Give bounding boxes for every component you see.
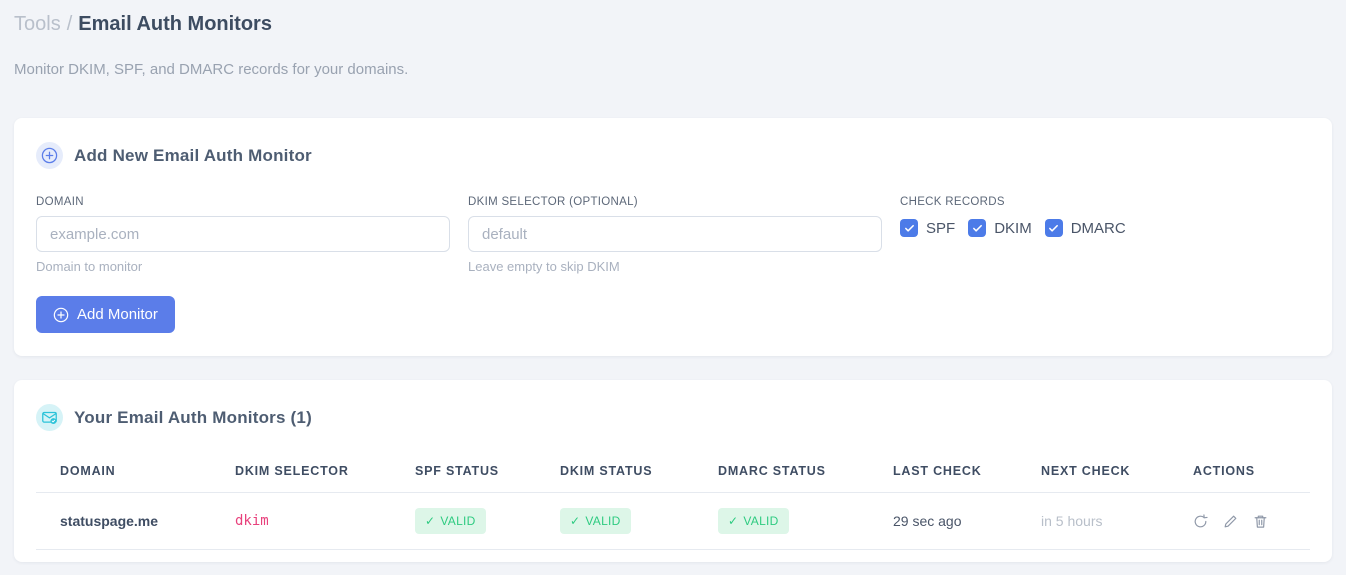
dkim-checkbox[interactable] bbox=[968, 219, 987, 237]
breadcrumb-tools-link[interactable]: Tools bbox=[14, 13, 61, 35]
add-monitor-card-header: Add New Email Auth Monitor bbox=[36, 142, 1310, 169]
domain-field-label: DOMAIN bbox=[36, 196, 84, 208]
dmarc-checkbox-label: DMARC bbox=[1070, 219, 1126, 237]
domain-input[interactable] bbox=[36, 216, 450, 252]
monitors-card-header: Your Email Auth Monitors (1) bbox=[36, 404, 1310, 431]
monitors-table: DOMAIN DKIM SELECTOR SPF STATUS DKIM STA… bbox=[36, 456, 1310, 550]
refresh-icon bbox=[1194, 513, 1208, 527]
dkim-selector-field-help: Leave empty to skip DKIM bbox=[468, 259, 620, 274]
dmarc-status-badge: ✓ VALID bbox=[718, 508, 789, 534]
column-header-dmarc-status: DMARC STATUS bbox=[718, 456, 893, 493]
page-subtitle: Monitor DKIM, SPF, and DMARC records for… bbox=[14, 61, 409, 78]
column-header-dkim-selector: DKIM SELECTOR bbox=[235, 456, 415, 493]
spf-checkbox-item[interactable]: SPF bbox=[900, 219, 955, 237]
check-records-label: CHECK RECORDS bbox=[900, 196, 1005, 208]
spf-status-badge: ✓ VALID bbox=[415, 508, 486, 534]
check-icon bbox=[904, 224, 914, 232]
add-monitor-button-label: Add Monitor bbox=[77, 306, 158, 323]
table-header-row: DOMAIN DKIM SELECTOR SPF STATUS DKIM STA… bbox=[36, 456, 1310, 493]
check-icon bbox=[1049, 224, 1059, 232]
dmarc-checkbox-item[interactable]: DMARC bbox=[1044, 219, 1126, 237]
dkim-status-badge: ✓ VALID bbox=[560, 508, 631, 534]
table-row: statuspage.me dkim ✓ VALID ✓ VALID ✓ VAL… bbox=[36, 492, 1310, 550]
add-monitor-button[interactable]: Add Monitor bbox=[36, 296, 175, 333]
column-header-next-check: NEXT CHECK bbox=[1041, 456, 1193, 493]
dkim-checkbox-item[interactable]: DKIM bbox=[968, 219, 1032, 237]
dkim-selector-field-label: DKIM SELECTOR (OPTIONAL) bbox=[468, 196, 638, 208]
dkim-selector-input[interactable] bbox=[468, 216, 882, 252]
delete-icon bbox=[1254, 515, 1267, 528]
check-icon: ✓ bbox=[425, 514, 436, 528]
plus-circle-icon bbox=[53, 307, 69, 322]
delete-button[interactable] bbox=[1253, 514, 1268, 529]
monitor-last-check: 29 sec ago bbox=[893, 492, 1041, 550]
email-auth-monitors-page: Tools / Email Auth Monitors Monitor DKIM, … bbox=[0, 0, 1346, 562]
monitor-domain: statuspage.me bbox=[36, 492, 235, 550]
spf-checkbox[interactable] bbox=[900, 219, 918, 237]
column-header-actions: ACTIONS bbox=[1193, 456, 1310, 493]
spf-status-label: VALID bbox=[440, 514, 476, 528]
add-monitor-form: DOMAIN Domain to monitor DKIM SELECTOR (… bbox=[36, 196, 1310, 274]
add-monitor-card: Add New Email Auth Monitor DOMAIN Domain… bbox=[14, 118, 1332, 356]
page-title: Email Auth Monitors bbox=[78, 13, 272, 35]
check-icon: ✓ bbox=[570, 514, 581, 528]
column-header-last-check: LAST CHECK bbox=[893, 456, 1041, 493]
column-header-spf-status: SPF STATUS bbox=[415, 456, 560, 493]
dkim-checkbox-label: DKIM bbox=[994, 219, 1032, 237]
dmarc-status-label: VALID bbox=[743, 514, 779, 528]
breadcrumb-separator: / bbox=[66, 13, 73, 35]
envelope-check-icon bbox=[36, 404, 63, 431]
monitor-actions-cell bbox=[1193, 492, 1310, 550]
monitor-spf-status-cell: ✓ VALID bbox=[415, 492, 560, 550]
edit-button[interactable] bbox=[1223, 514, 1238, 529]
edit-icon bbox=[1224, 515, 1237, 527]
monitor-next-check: in 5 hours bbox=[1041, 492, 1193, 550]
plus-circle-icon bbox=[36, 142, 63, 169]
monitor-dkim-selector: dkim bbox=[235, 492, 415, 550]
column-header-dkim-status: DKIM STATUS bbox=[560, 456, 718, 493]
dkim-selector-field-group: DKIM SELECTOR (OPTIONAL) Leave empty to … bbox=[468, 196, 882, 274]
add-monitor-card-title: Add New Email Auth Monitor bbox=[74, 145, 312, 165]
breadcrumb: Tools / Email Auth Monitors bbox=[14, 12, 1332, 36]
monitors-list-card: Your Email Auth Monitors (1) DOMAIN DKIM… bbox=[14, 380, 1332, 562]
column-header-domain: DOMAIN bbox=[36, 456, 235, 493]
check-records-group: CHECK RECORDS SPF DKIM DMARC bbox=[900, 196, 1126, 274]
refresh-button[interactable] bbox=[1193, 513, 1208, 529]
spf-checkbox-label: SPF bbox=[926, 219, 956, 237]
check-icon: ✓ bbox=[728, 514, 739, 528]
monitor-dkim-status-cell: ✓ VALID bbox=[560, 492, 718, 550]
monitors-card-title: Your Email Auth Monitors (1) bbox=[74, 407, 312, 427]
check-records-options: SPF DKIM DMARC bbox=[900, 219, 1126, 237]
domain-field-group: DOMAIN Domain to monitor bbox=[36, 196, 450, 274]
domain-field-help: Domain to monitor bbox=[36, 259, 143, 274]
dkim-status-label: VALID bbox=[585, 514, 621, 528]
monitor-dmarc-status-cell: ✓ VALID bbox=[718, 492, 893, 550]
dmarc-checkbox[interactable] bbox=[1044, 219, 1063, 237]
check-icon bbox=[972, 224, 982, 232]
